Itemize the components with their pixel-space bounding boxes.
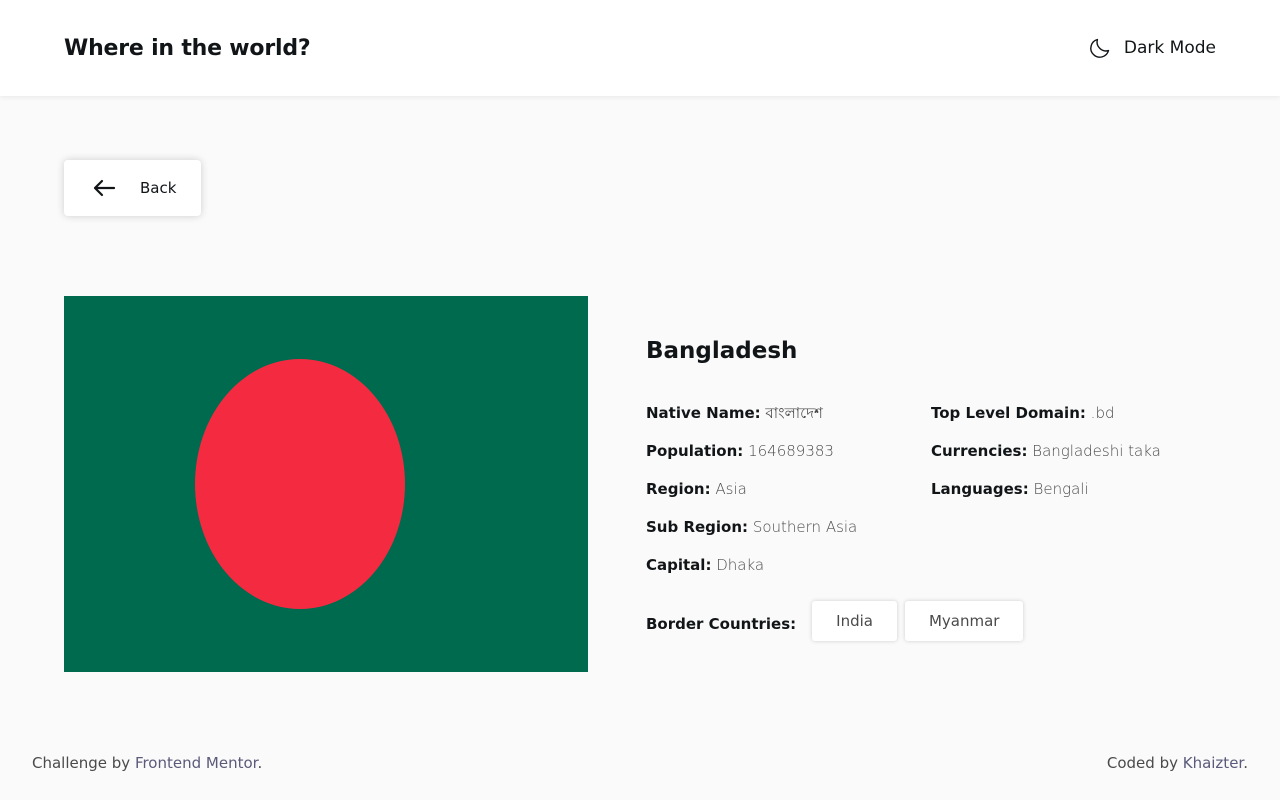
footer-credit-author: Coded by Khaizter. xyxy=(1107,754,1248,772)
info-label: Population: xyxy=(646,442,744,460)
region-row: Region: Asia xyxy=(646,478,931,516)
population-row: Population: 164689383 xyxy=(646,440,931,478)
info-label: Languages: xyxy=(931,480,1029,498)
dark-mode-label: Dark Mode xyxy=(1123,38,1216,58)
top-level-domain-row: Top Level Domain: .bd xyxy=(931,402,1246,440)
site-footer: Challenge by Frontend Mentor. Coded by K… xyxy=(32,752,1248,774)
arrow-left-icon xyxy=(92,178,116,198)
info-label: Region: xyxy=(646,480,711,498)
author-link[interactable]: Khaizter xyxy=(1183,754,1243,772)
info-value: Dhaka xyxy=(716,556,765,574)
info-label: Sub Region: xyxy=(646,518,749,536)
frontend-mentor-link[interactable]: Frontend Mentor xyxy=(135,754,258,772)
country-details: Bangladesh Native Name: বাংলাদেশ Populat… xyxy=(646,336,1246,641)
footer-text: . xyxy=(257,754,263,772)
site-header: Where in the world? Dark Mode xyxy=(0,0,1280,96)
info-label: Currencies: xyxy=(931,442,1028,460)
info-label: Native Name: xyxy=(646,404,761,422)
border-country-button[interactable]: Myanmar xyxy=(904,601,1024,641)
info-value: Bengali xyxy=(1033,480,1089,498)
footer-credit-challenge: Challenge by Frontend Mentor. xyxy=(32,754,262,772)
info-value: Asia xyxy=(715,480,747,498)
currencies-row: Currencies: Bangladeshi taka xyxy=(931,440,1246,478)
site-title: Where in the world? xyxy=(64,35,311,61)
flag-disc xyxy=(195,359,405,609)
info-value: .bd xyxy=(1090,404,1115,422)
info-value: বাংলাদেশ xyxy=(765,404,823,422)
info-column-primary: Native Name: বাংলাদেশ Population: 164689… xyxy=(646,402,931,592)
footer-text: . xyxy=(1243,754,1248,772)
country-name: Bangladesh xyxy=(646,338,798,364)
info-columns: Native Name: বাংলাদেশ Population: 164689… xyxy=(646,402,1246,592)
info-label: Top Level Domain: xyxy=(931,404,1086,422)
border-country-button[interactable]: India xyxy=(812,601,897,641)
info-column-secondary: Top Level Domain: .bd Currencies: Bangla… xyxy=(931,402,1246,592)
moon-icon xyxy=(1088,36,1112,60)
back-label: Back xyxy=(140,179,177,197)
info-value: 164689383 xyxy=(748,442,834,460)
languages-row: Languages: Bengali xyxy=(931,478,1246,516)
capital-row: Capital: Dhaka xyxy=(646,554,931,592)
footer-text: Coded by xyxy=(1106,754,1183,772)
info-label: Capital: xyxy=(646,556,712,574)
border-countries-label: Border Countries: xyxy=(646,615,797,633)
footer-text: Challenge by xyxy=(32,754,135,772)
dark-mode-toggle[interactable]: Dark Mode xyxy=(1088,36,1216,60)
info-value: Southern Asia xyxy=(752,518,858,536)
sub-region-row: Sub Region: Southern Asia xyxy=(646,516,931,554)
country-flag xyxy=(64,296,588,672)
info-value: Bangladeshi taka xyxy=(1032,442,1161,460)
back-button[interactable]: Back xyxy=(64,160,201,216)
native-name-row: Native Name: বাংলাদেশ xyxy=(646,402,931,440)
border-countries: Border Countries: India Myanmar xyxy=(646,601,1246,641)
